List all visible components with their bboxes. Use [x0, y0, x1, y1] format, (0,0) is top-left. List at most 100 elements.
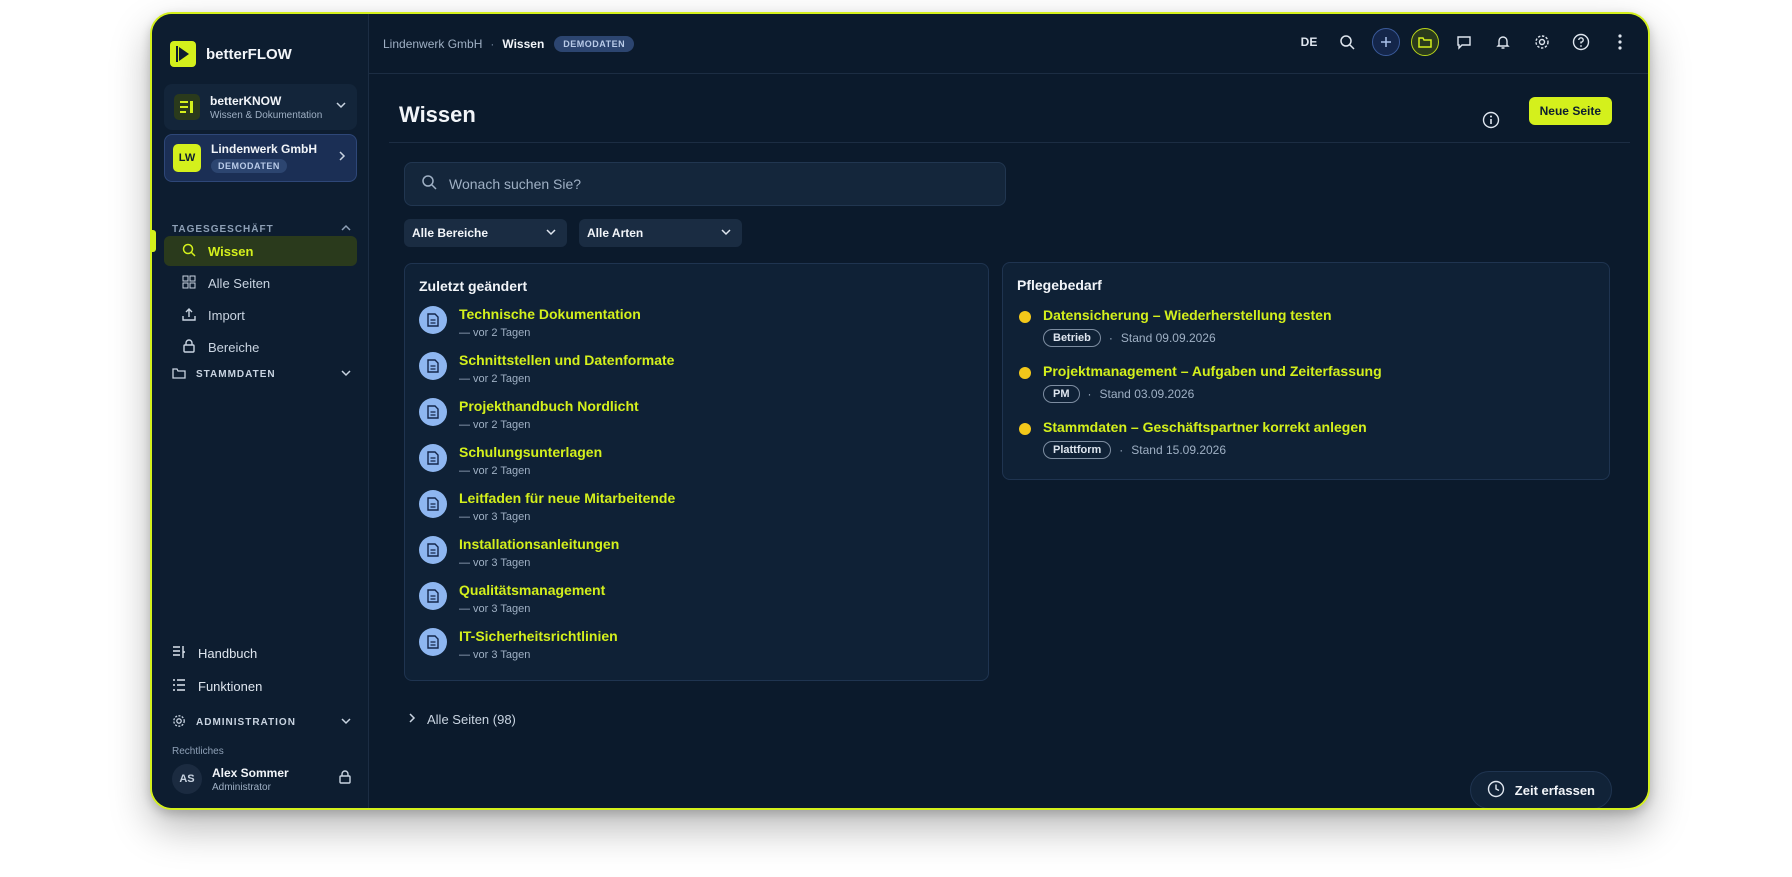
- folder-icon: [172, 366, 186, 383]
- page-link[interactable]: Schulungsunterlagen: [459, 444, 602, 461]
- stand-date: Stand 03.09.2026: [1099, 387, 1195, 401]
- list-item[interactable]: Qualitätsmanagement — vor 3 Tagen: [419, 582, 605, 615]
- list-item[interactable]: Projekthandbuch Nordlicht — vor 2 Tagen: [419, 398, 639, 431]
- list-item[interactable]: Projektmanagement – Aufgaben und Zeiterf…: [1019, 363, 1382, 403]
- all-pages-toggle[interactable]: Alle Seiten (98): [407, 712, 516, 727]
- search-icon: [421, 174, 437, 195]
- sidebar-item-label: Import: [208, 307, 245, 323]
- page-meta: — vor 2 Tagen: [459, 327, 531, 339]
- page-link[interactable]: IT-Sicherheitsrichtlinien: [459, 628, 618, 645]
- user-profile[interactable]: AS Alex Sommer Administrator: [172, 764, 352, 794]
- list-item[interactable]: Schulungsunterlagen — vor 2 Tagen: [419, 444, 602, 477]
- section-administration-toggle[interactable]: ADMINISTRATION: [172, 714, 352, 731]
- sidebar-item-label: Wissen: [208, 243, 254, 259]
- document-icon: [419, 490, 447, 518]
- bell-icon[interactable]: [1489, 28, 1517, 56]
- chat-icon[interactable]: [1450, 28, 1478, 56]
- app-switcher[interactable]: betterKNOW Wissen & Dokumentation: [164, 84, 357, 130]
- header-divider: [389, 142, 1630, 143]
- page-link[interactable]: Projektmanagement – Aufgaben und Zeiterf…: [1043, 363, 1382, 380]
- chevron-down-icon: [340, 367, 352, 382]
- time-tracking-button[interactable]: Zeit erfassen: [1469, 771, 1612, 808]
- list-item[interactable]: Stammdaten – Geschäftspartner korrekt an…: [1019, 419, 1367, 459]
- list-item[interactable]: Datensicherung – Wiederherstellung teste…: [1019, 307, 1332, 347]
- app-window: betterFLOW betterKNOW Wissen & Dokumenta…: [150, 12, 1650, 810]
- card-title: Zuletzt geändert: [419, 278, 528, 294]
- all-pages-label: Alle Seiten (98): [427, 712, 516, 727]
- knowledge-app-icon: [174, 94, 200, 120]
- sidebar-item-wissen[interactable]: Wissen: [164, 236, 357, 266]
- org-name: Lindenwerk GmbH: [211, 142, 318, 156]
- list-item[interactable]: Schnittstellen und Datenformate — vor 2 T…: [419, 352, 674, 385]
- stand-date: Stand 09.09.2026: [1120, 331, 1216, 345]
- chevron-down-icon: [335, 98, 347, 116]
- chevron-right-icon: [336, 149, 348, 167]
- search-input[interactable]: [449, 176, 989, 192]
- upload-icon: [182, 307, 196, 324]
- main-content: Lindenwerk GmbH · Wissen DEMODATEN DE Wi…: [369, 14, 1648, 808]
- section-title: TAGESGESCHÄFT: [172, 224, 274, 235]
- page-link[interactable]: Projekthandbuch Nordlicht: [459, 398, 639, 415]
- filter-areas-select[interactable]: Alle Bereiche: [404, 219, 567, 247]
- more-menu-icon[interactable]: [1606, 28, 1634, 56]
- list-item[interactable]: IT-Sicherheitsrichtlinien — vor 3 Tagen: [419, 628, 618, 661]
- list-icon: [172, 678, 186, 695]
- topbar: Lindenwerk GmbH · Wissen DEMODATEN DE: [369, 14, 1648, 74]
- search-icon: [182, 243, 196, 260]
- chevron-right-icon: [407, 712, 417, 727]
- sidebar-item-label: Handbuch: [198, 646, 258, 661]
- help-icon[interactable]: [1567, 28, 1595, 56]
- area-tag[interactable]: PM: [1043, 385, 1080, 403]
- section-title: STAMMDATEN: [196, 369, 276, 380]
- sidebar-item-bereiche[interactable]: Bereiche: [164, 332, 357, 362]
- plus-icon[interactable]: [1372, 28, 1400, 56]
- section-tagesgeschaeft-toggle[interactable]: TAGESGESCHÄFT: [172, 222, 352, 237]
- meta-separator: ·: [1119, 443, 1124, 457]
- area-tag[interactable]: Betrieb: [1043, 329, 1101, 347]
- active-indicator: [152, 230, 156, 252]
- chevron-down-icon: [545, 226, 557, 241]
- demo-badge: DEMODATEN: [211, 159, 287, 173]
- section-stammdaten-toggle[interactable]: STAMMDATEN: [172, 366, 352, 383]
- page-link[interactable]: Leitfaden für neue Mitarbeitende: [459, 490, 675, 507]
- page-link[interactable]: Schnittstellen und Datenformate: [459, 352, 674, 369]
- page-link[interactable]: Installationsanleitungen: [459, 536, 619, 553]
- sidebar-item-import[interactable]: Import: [164, 300, 357, 330]
- brand[interactable]: betterFLOW: [170, 41, 292, 67]
- list-item[interactable]: Leitfaden für neue Mitarbeitende — vor 3 …: [419, 490, 675, 523]
- filter-types-select[interactable]: Alle Arten: [579, 219, 742, 247]
- organization-switcher[interactable]: LW Lindenwerk GmbH DEMODATEN: [164, 134, 357, 182]
- section-title: ADMINISTRATION: [196, 717, 296, 728]
- page-link[interactable]: Qualitätsmanagement: [459, 582, 605, 599]
- language-switcher[interactable]: DE: [1296, 35, 1322, 49]
- list-item[interactable]: Technische Dokumentation — vor 2 Tagen: [419, 306, 641, 339]
- page-meta: — vor 3 Tagen: [459, 649, 531, 661]
- maintenance-card: Pflegebedarf Datensicherung – Wiederhers…: [1002, 262, 1610, 480]
- folder-icon[interactable]: [1411, 28, 1439, 56]
- legal-link[interactable]: Rechtliches: [172, 746, 224, 757]
- search-icon[interactable]: [1333, 28, 1361, 56]
- lock-icon[interactable]: [338, 769, 352, 789]
- sidebar-item-alle-seiten[interactable]: Alle Seiten: [164, 268, 357, 298]
- select-value: Alle Arten: [587, 226, 644, 240]
- card-title: Pflegebedarf: [1017, 277, 1102, 293]
- page-link[interactable]: Stammdaten – Geschäftspartner korrekt an…: [1043, 419, 1367, 436]
- area-tag[interactable]: Plattform: [1043, 441, 1112, 459]
- page-link[interactable]: Datensicherung – Wiederherstellung teste…: [1043, 307, 1332, 324]
- new-page-button[interactable]: Neue Seite: [1528, 97, 1612, 125]
- list-item[interactable]: Installationsanleitungen — vor 3 Tagen: [419, 536, 619, 569]
- page-link[interactable]: Technische Dokumentation: [459, 306, 641, 323]
- document-icon: [419, 444, 447, 472]
- sidebar-item-handbuch[interactable]: Handbuch: [172, 645, 257, 662]
- search-bar[interactable]: [404, 162, 1006, 206]
- user-name: Alex Sommer: [212, 765, 289, 780]
- breadcrumb-org[interactable]: Lindenwerk GmbH: [383, 37, 482, 51]
- sidebar-item-funktionen[interactable]: Funktionen: [172, 678, 262, 695]
- status-dot: [1019, 423, 1031, 435]
- org-avatar: LW: [173, 144, 201, 172]
- page-meta: — vor 2 Tagen: [459, 419, 531, 431]
- page-title: Wissen: [399, 102, 476, 127]
- gear-icon[interactable]: [1528, 28, 1556, 56]
- info-icon[interactable]: [1482, 111, 1500, 134]
- status-dot: [1019, 311, 1031, 323]
